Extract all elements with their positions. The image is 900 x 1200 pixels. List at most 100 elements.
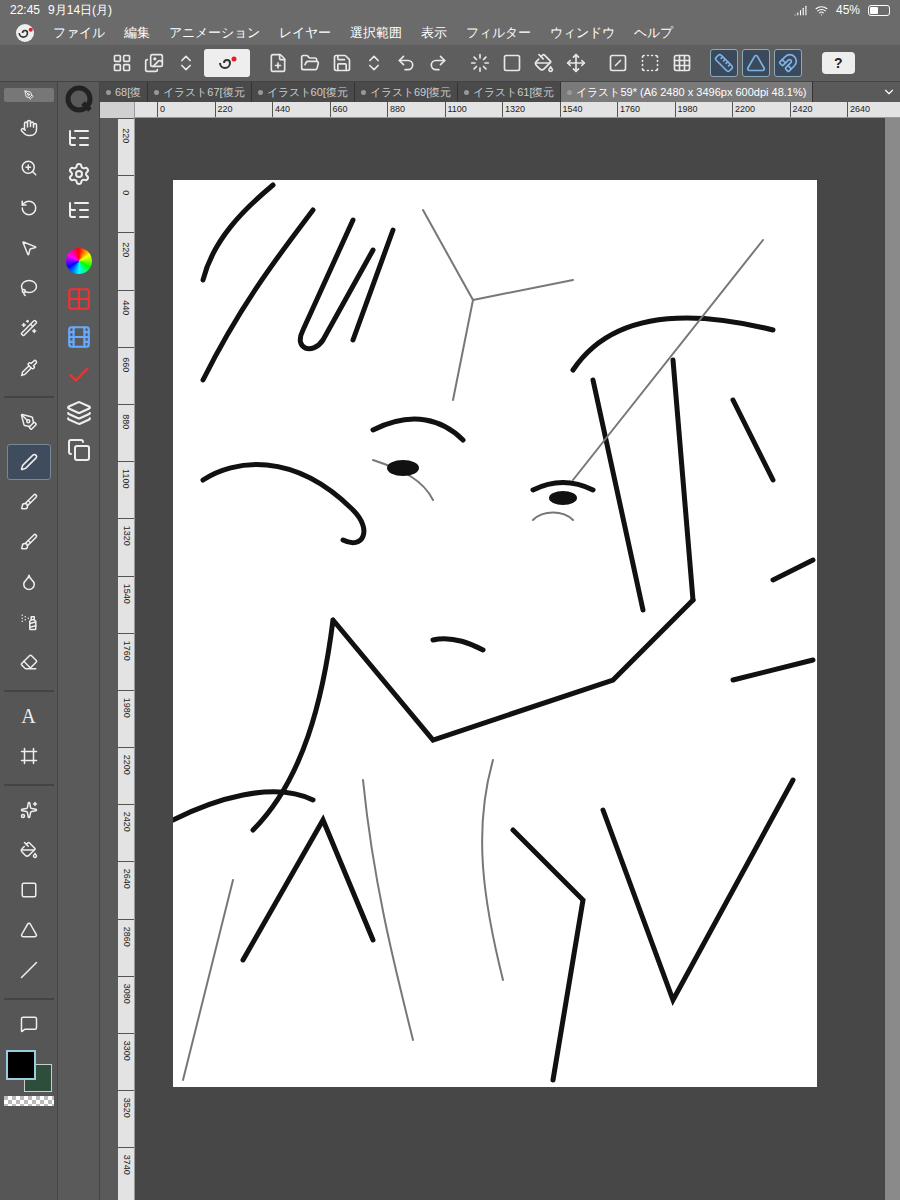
document-tab[interactable]: イラスト67[復元 bbox=[148, 82, 251, 102]
clip-logo-icon bbox=[216, 56, 238, 70]
sub-tool-icon[interactable] bbox=[67, 126, 91, 150]
color-wheel-icon[interactable] bbox=[66, 248, 92, 274]
document-tab[interactable]: イラスト61[復元 bbox=[458, 82, 561, 102]
menu-item[interactable]: 編集 bbox=[124, 23, 150, 43]
ruler-button[interactable] bbox=[710, 49, 738, 77]
transparent-color[interactable] bbox=[4, 1096, 54, 1106]
color-swatches[interactable] bbox=[4, 1050, 54, 1096]
clip-button[interactable] bbox=[204, 49, 250, 77]
pencil-tool[interactable] bbox=[7, 484, 51, 520]
fill-button[interactable] bbox=[530, 49, 558, 77]
document-tab[interactable]: 68[復 bbox=[100, 82, 148, 102]
document-tab[interactable]: イラスト60[復元 bbox=[252, 82, 355, 102]
app-logo-icon[interactable] bbox=[16, 24, 34, 42]
hand-icon bbox=[20, 119, 38, 137]
layout-icon bbox=[112, 53, 132, 73]
menu-item[interactable]: ウィンドウ bbox=[550, 23, 615, 43]
redo-icon bbox=[428, 53, 448, 73]
save-button[interactable] bbox=[328, 49, 356, 77]
fill-layer-button[interactable] bbox=[636, 49, 664, 77]
history-icon[interactable] bbox=[66, 362, 92, 388]
grid-button[interactable] bbox=[668, 49, 696, 77]
rotate-tool[interactable] bbox=[7, 190, 51, 226]
menu-item[interactable]: フィルター bbox=[466, 23, 531, 43]
images-button[interactable] bbox=[140, 49, 168, 77]
gradient-tool[interactable] bbox=[7, 872, 51, 908]
transform-icon bbox=[566, 53, 586, 73]
brush-tool[interactable] bbox=[7, 524, 51, 560]
brush-size-icon[interactable] bbox=[67, 198, 91, 222]
new-file-button[interactable] bbox=[264, 49, 292, 77]
pen-nib-icon bbox=[20, 413, 38, 431]
battery-icon bbox=[868, 5, 890, 16]
menu-item[interactable]: アニメーション bbox=[169, 23, 260, 43]
magnet-icon bbox=[778, 53, 798, 73]
clear-button[interactable] bbox=[604, 49, 632, 77]
layout-button[interactable] bbox=[108, 49, 136, 77]
grid-icon bbox=[672, 53, 692, 73]
layer-icon[interactable] bbox=[66, 400, 92, 426]
wand-tool[interactable] bbox=[7, 310, 51, 346]
undo-icon bbox=[396, 53, 416, 73]
snap-button[interactable] bbox=[742, 49, 770, 77]
magnet-button[interactable] bbox=[774, 49, 802, 77]
menu-item[interactable]: 選択範囲 bbox=[350, 23, 402, 43]
help-button[interactable]: ? bbox=[822, 52, 855, 74]
menu-bar: ファイル編集アニメーションレイヤー選択範囲表示フィルターウィンドウヘルプ bbox=[0, 20, 900, 45]
sparkles-icon bbox=[20, 801, 38, 819]
frame-tool[interactable] bbox=[7, 738, 51, 774]
clip-logo-icon bbox=[16, 26, 34, 40]
fill-icon bbox=[20, 841, 38, 859]
pen-tool[interactable] bbox=[7, 444, 51, 480]
wifi-icon bbox=[815, 4, 828, 17]
canvas[interactable] bbox=[173, 180, 817, 1087]
menu-item[interactable]: ファイル bbox=[53, 23, 105, 43]
updown-button[interactable] bbox=[360, 49, 388, 77]
undo-button[interactable] bbox=[392, 49, 420, 77]
switch-button[interactable] bbox=[172, 49, 200, 77]
document-tab[interactable]: イラスト59* (A6 2480 x 3496px 600dpi 48.1%) bbox=[561, 82, 813, 102]
menu-item[interactable]: レイヤー bbox=[279, 23, 331, 43]
pen-nib-tool[interactable] bbox=[7, 404, 51, 440]
redo-button[interactable] bbox=[424, 49, 452, 77]
chevron-icon bbox=[882, 85, 896, 99]
quick-access-icon[interactable] bbox=[64, 84, 94, 114]
line-tool[interactable] bbox=[7, 952, 51, 988]
main-color[interactable] bbox=[6, 1050, 36, 1080]
sparkles-tool[interactable] bbox=[7, 792, 51, 828]
frame-icon bbox=[20, 747, 38, 765]
fill-tool[interactable] bbox=[7, 832, 51, 868]
lasso-tool[interactable] bbox=[7, 270, 51, 306]
eraser-icon bbox=[20, 653, 38, 671]
switch-icon bbox=[176, 53, 196, 73]
text-tool[interactable]: A bbox=[7, 698, 51, 734]
square-button[interactable] bbox=[498, 49, 526, 77]
material-icon[interactable] bbox=[67, 438, 91, 462]
blend-tool[interactable] bbox=[7, 564, 51, 600]
app: 22:459月14日(月)45%ファイル編集アニメーションレイヤー選択範囲表示フ… bbox=[0, 0, 900, 1200]
hand-tool[interactable] bbox=[7, 110, 51, 146]
open-button[interactable] bbox=[296, 49, 324, 77]
canvas-area[interactable] bbox=[135, 118, 885, 1200]
dots-button[interactable] bbox=[466, 49, 494, 77]
updown-icon bbox=[364, 53, 384, 73]
sketch-drawing-icon bbox=[173, 180, 817, 1087]
document-tab[interactable]: イラスト69[復元 bbox=[355, 82, 458, 102]
tool-property-icon[interactable] bbox=[67, 162, 91, 186]
color-set-icon[interactable] bbox=[66, 286, 92, 312]
figure-tool[interactable] bbox=[7, 912, 51, 948]
eyedropper-tool[interactable] bbox=[7, 350, 51, 386]
zoom-tool[interactable] bbox=[7, 150, 51, 186]
command-bar bbox=[58, 82, 100, 1200]
airbrush-tool[interactable] bbox=[7, 604, 51, 640]
eyedropper-icon bbox=[20, 359, 38, 377]
menu-item[interactable]: 表示 bbox=[421, 23, 447, 43]
balloon-tool[interactable] bbox=[7, 1006, 51, 1042]
line-icon bbox=[20, 961, 38, 979]
menu-item[interactable]: ヘルプ bbox=[634, 23, 673, 43]
animation-icon[interactable] bbox=[66, 324, 92, 350]
transform-button[interactable] bbox=[562, 49, 590, 77]
move-tool[interactable] bbox=[7, 230, 51, 266]
eraser-tool[interactable] bbox=[7, 644, 51, 680]
tab-menu-button[interactable] bbox=[878, 82, 900, 102]
